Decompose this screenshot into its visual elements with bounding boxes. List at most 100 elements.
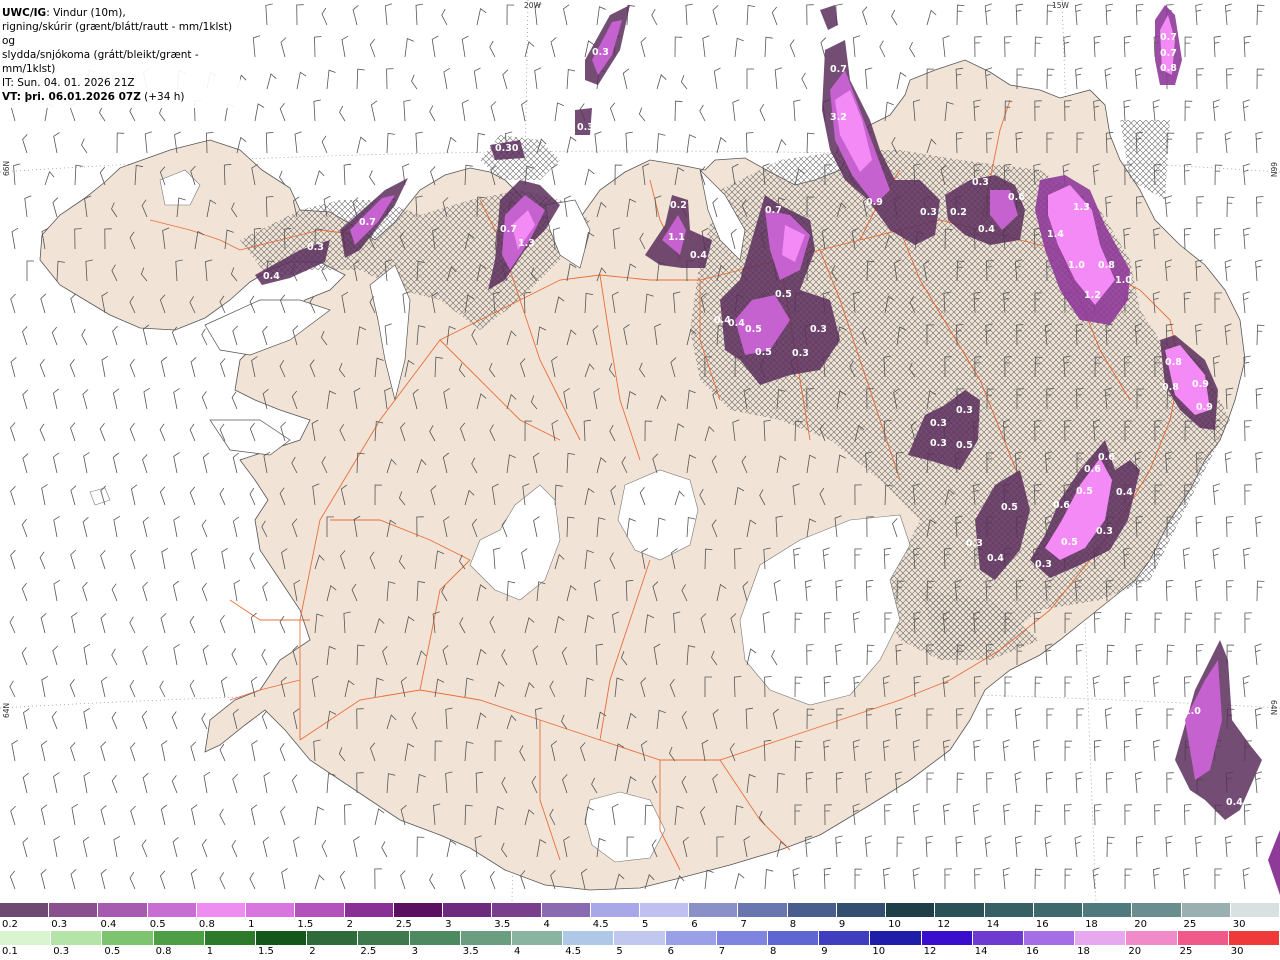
subtitle-rain: rigning/skúrir (grænt/blátt/rautt - mm/1… [2,21,233,47]
precip-label: 0.6 [1008,192,1025,203]
legend-label: 12 [923,946,937,957]
legend-swatch [204,931,256,945]
precip-label: 0.8 [1165,357,1182,368]
legend-label: 4 [514,946,521,957]
legend-swatch [614,931,666,945]
precip-label: 1.3 [1073,202,1090,213]
legend-swatch [49,903,99,917]
valid-time-line: VT: þri. 06.01.2026 07Z (+34 h) [2,90,240,104]
weather-map: 0.4 0.3 0.7 0.30 0.7 1.3 0.3 0.3 0.2 1.1… [0,0,1280,960]
precip-label: 0.3 [1096,526,1113,537]
precip-label: 0.4 [263,271,280,282]
valid-time: VT: þri. 06.01.2026 07Z [2,91,141,103]
legend-label: 6 [691,919,698,930]
legend-label: 0.3 [53,946,70,957]
precip-label: 0.2 [670,200,687,211]
title-line: UWC/IG: Vindur (10m), [2,6,240,20]
precip-label: 0.7 [830,64,847,75]
legend-swatch [836,903,887,917]
precip-label: 0.3 [920,207,937,218]
precip-label: 0.4 [1116,487,1133,498]
legend-label: 14 [986,919,1000,930]
legend-swatch [256,931,308,945]
legend-label: 0.5 [104,946,121,957]
precip-label: 0.5 [1001,502,1018,513]
legend-swatch [870,931,922,945]
legend-rain-labels: 0.1 0.3 0.5 0.8 1 1.5 2 2.5 3 3.5 4 4.5 5 6 7 8 9 10 12 14 1… [0,946,1280,958]
precip-label: 0.4 [987,553,1004,564]
precip-label: 0.8 [1162,382,1179,393]
legend-label: 18 [1085,919,1098,930]
precip-label: 0.3 [966,538,983,549]
legend-swatch [1132,903,1182,917]
precip-label: 1.4 [1047,229,1064,240]
lon-label-15w: 15W [1052,1,1070,10]
precip-label: 0.3 [592,47,609,58]
precip-label: 0.4 [690,250,707,261]
legend-label: 10 [872,946,886,957]
legend-label: 16 [1035,919,1049,930]
lat-label-64n-left: 64N [2,703,11,718]
map-canvas: 0.4 0.3 0.7 0.30 0.7 1.3 0.3 0.3 0.2 1.1… [0,0,1280,902]
precip-label: 1.0 [1068,260,1085,271]
legend-swatch [460,931,512,945]
precip-label: 0.2 [950,207,967,218]
precip-label: 0.3 [792,348,809,359]
legend-label: 10 [888,919,901,930]
legend-swatch [51,931,103,945]
map-info-box: UWC/IG: Vindur (10m), rigning/skúrir (gr… [0,0,240,108]
precip-label: 0.3 [930,438,947,449]
legend-swatch [102,931,154,945]
precip-label: 0.6 [1098,452,1115,463]
legend-label: 2.5 [395,919,412,930]
legend-swatch [1083,903,1133,917]
legend-swatch [590,903,640,917]
legend-label: 0.3 [51,919,68,930]
legend-label: 3 [445,919,452,930]
legend-label: 3.5 [494,919,511,930]
legend-label: 0.1 [2,946,18,957]
lat-label-64n-right: 64N [1269,700,1278,715]
precip-label: 0.3 [930,418,947,429]
precip-label: 0.7 [359,217,376,228]
legend-label: 2 [346,919,353,930]
legend-swatch [563,931,615,945]
precip-label: 0.7 [765,205,782,216]
precip-label: 0.5 [1061,537,1078,548]
legend-snow-labels: 0.2 0.3 0.4 0.5 0.8 1 1.5 2 2.5 3 3.5 4 4.5 5 6 7 8 9 10 12… [0,919,1280,931]
legend-swatch [295,903,345,917]
precip-label: 1.1 [668,232,685,243]
legend-swatch [716,931,768,945]
precip-label: 0.6 [1053,500,1070,511]
legend-swatch [1230,903,1280,917]
precip-label: 0.6 [1084,464,1101,475]
legend-label: 3 [411,946,418,957]
legend-label: 0.4 [100,919,117,930]
legend-label: 30 [1230,946,1244,957]
legend-label: 8 [789,919,797,930]
legend-label: 2.5 [360,946,377,957]
legend-swatch [443,903,493,917]
subtitle-snow: slydda/snjókoma (grátt/bleikt/grænt - mm… [2,49,199,75]
precip-label: 0.3 [972,177,989,188]
legend-swatch [665,931,717,945]
legend-label: 5 [642,919,649,930]
legend-label: 4.5 [565,946,582,957]
legend-swatch [147,903,197,917]
legend-swatch [921,931,973,945]
legend-label: 18 [1077,946,1090,957]
legend-label: 1 [206,946,214,957]
precip-label: 0.7 [1160,32,1177,43]
legend-label: 3.5 [462,946,479,957]
precip-label: 0.4 [1226,797,1243,808]
legend-label: 14 [974,946,988,957]
precip-label: 1.3 [518,238,535,249]
precip-label: 0.9 [866,197,883,208]
legend-label: 2 [309,946,316,957]
legend-swatch [1177,931,1229,945]
legend-swatch [358,931,410,945]
lon-label-20w: 20W [524,1,542,10]
legend-label: 0.8 [198,919,215,930]
legend-swatch [1126,931,1178,945]
legend-swatch [819,931,871,945]
